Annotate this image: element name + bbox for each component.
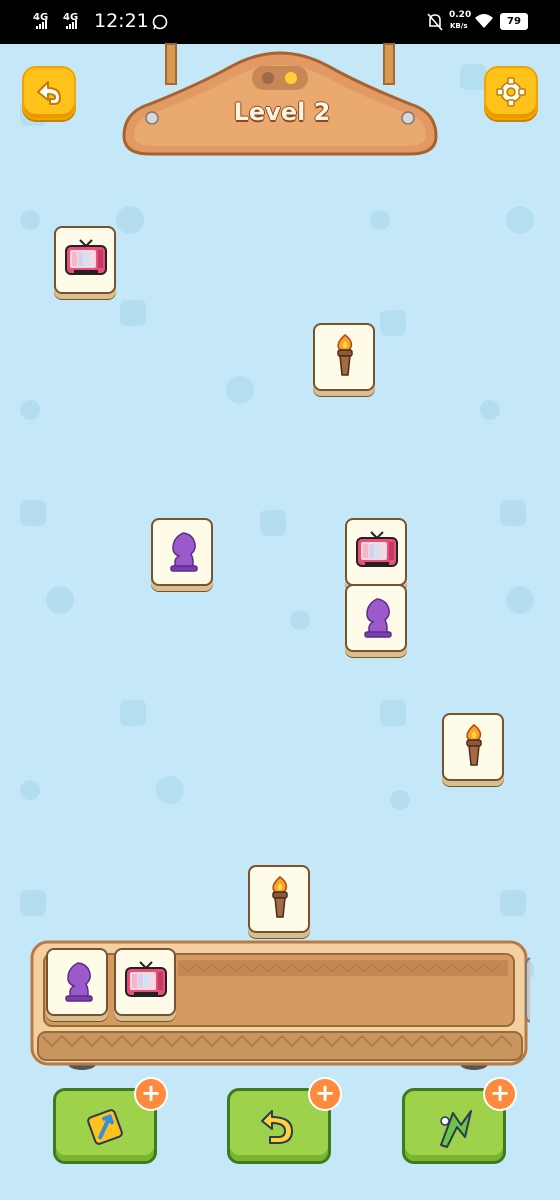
gear-icon <box>496 77 526 107</box>
tile-chess-knight[interactable] <box>345 584 407 652</box>
tray-slot-chess-knight <box>46 948 108 1016</box>
back-button[interactable] <box>22 66 76 120</box>
torch-icon <box>272 876 288 918</box>
hint-plus-badge[interactable]: + <box>483 1077 517 1111</box>
level-title: Level 2 <box>233 98 331 126</box>
tile-tv[interactable] <box>345 518 407 586</box>
shuffle-button[interactable]: + <box>53 1077 168 1164</box>
torch-icon <box>337 334 353 376</box>
hint-button[interactable]: + <box>402 1077 517 1164</box>
chess-knight-icon <box>170 532 198 572</box>
chess-knight-icon <box>364 598 392 638</box>
tile-torch[interactable] <box>442 713 504 781</box>
undo-plus-badge[interactable]: + <box>308 1077 342 1111</box>
tile-tv[interactable] <box>54 226 116 294</box>
tile-torch[interactable] <box>313 323 375 391</box>
undo-button[interactable]: + <box>227 1077 342 1164</box>
torch-icon <box>466 724 482 766</box>
settings-button[interactable] <box>484 66 538 120</box>
chess-knight-icon <box>65 962 93 1002</box>
tile-torch[interactable] <box>248 865 310 933</box>
shuffle-plus-badge[interactable]: + <box>134 1077 168 1111</box>
level-sign <box>122 43 438 156</box>
tv-icon <box>356 531 398 567</box>
tile-chess-knight[interactable] <box>151 518 213 586</box>
tv-icon <box>65 239 107 275</box>
tray-slot-tv <box>114 948 176 1016</box>
tv-icon <box>125 961 167 997</box>
back-arrow-icon <box>37 81 61 105</box>
